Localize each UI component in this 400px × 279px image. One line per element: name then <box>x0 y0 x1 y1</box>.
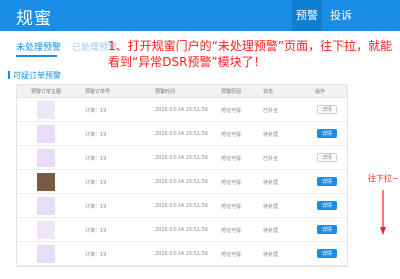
order-number: 订单：19 <box>85 204 107 210</box>
details-button[interactable]: 详情 <box>317 153 337 162</box>
brand-logo[interactable]: 规蜜 <box>16 4 52 29</box>
down-arrow-icon <box>380 190 386 235</box>
warning-time: 2016-03-14 15:51:56 <box>155 131 209 137</box>
table-row: 订单：19 2016-03-14 15:51:56 地址可疑 待处理 详情 <box>17 122 347 146</box>
status-text: 待处理 <box>263 252 279 258</box>
product-thumbnail <box>37 197 55 215</box>
column-header-status: 状态 <box>263 89 274 95</box>
details-button[interactable]: 详情 <box>317 177 337 186</box>
order-number: 订单：19 <box>85 252 107 258</box>
section-title-marker <box>8 71 10 79</box>
table-row: 订单：19 2016-03-14 15:51:56 地址可疑 已补全 详情 <box>17 146 347 170</box>
warning-reason: 地址可疑 <box>221 228 242 234</box>
details-button[interactable]: 详情 <box>317 129 337 138</box>
details-button[interactable]: 详情 <box>317 225 337 234</box>
order-number: 订单：19 <box>85 228 107 234</box>
table-row: 订单：19 2016-03-14 15:51:56 地址可疑 待处理 详情 <box>17 194 347 218</box>
column-header-image: 预警订单主图 <box>31 89 62 95</box>
status-text: 待处理 <box>263 180 279 186</box>
active-tab-indicator <box>16 55 57 57</box>
order-number: 订单：19 <box>85 132 107 138</box>
column-header-order: 预警订单号 <box>85 89 111 95</box>
section-title-text: 可疑订单预警 <box>13 71 61 80</box>
warning-reason: 地址可疑 <box>221 180 242 186</box>
nav-warning[interactable]: 预警 <box>292 0 322 31</box>
warning-time: 2016-03-14 15:51:56 <box>155 179 209 185</box>
warning-reason: 地址可疑 <box>221 252 242 258</box>
warning-reason: 地址可疑 <box>221 204 242 210</box>
status-text: 已补全 <box>263 108 279 114</box>
table-row: 订单：19 2016-03-14 15:51:56 地址可疑 待处理 详情 <box>17 218 347 242</box>
product-thumbnail <box>37 245 55 263</box>
status-text: 待处理 <box>263 204 279 210</box>
scroll-down-annotation: 往下拉~ <box>368 174 399 183</box>
instruction-annotation: 1、打开规蜜门户的“未处理预警”页面，往下拉，就能看到“异常DSR预警”模块了！ <box>108 39 393 69</box>
details-button[interactable]: 详情 <box>317 249 337 258</box>
warning-reason: 地址可疑 <box>221 132 242 138</box>
column-header-action: 操作 <box>315 89 326 95</box>
details-button[interactable]: 详情 <box>317 105 337 114</box>
product-thumbnail <box>37 221 55 239</box>
section-title: 可疑订单预警 <box>8 70 61 81</box>
product-thumbnail <box>37 149 55 167</box>
product-thumbnail <box>37 173 55 191</box>
status-text: 待处理 <box>263 132 279 138</box>
product-thumbnail <box>37 125 55 143</box>
warning-reason: 地址可疑 <box>221 156 242 162</box>
column-header-reason: 预警原因 <box>221 89 242 95</box>
order-number: 订单：19 <box>85 108 107 114</box>
warning-time: 2016-03-14 15:51:56 <box>155 155 209 161</box>
order-number: 订单：19 <box>85 180 107 186</box>
details-button[interactable]: 详情 <box>317 201 337 210</box>
table-row: 订单：19 2016-03-14 15:51:56 地址可疑 已补全 详情 <box>17 98 347 122</box>
warning-reason: 地址可疑 <box>221 108 242 114</box>
warning-time: 2016-03-14 15:51:56 <box>155 107 209 113</box>
table-header: 预警订单主图 预警订单号 预警时间 预警原因 状态 操作 <box>17 85 347 98</box>
order-number: 订单：19 <box>85 156 107 162</box>
tab-unprocessed[interactable]: 未处理预警 <box>16 40 61 53</box>
product-thumbnail <box>37 101 55 119</box>
status-text: 已补全 <box>263 156 279 162</box>
nav-complaint[interactable]: 投诉 <box>327 0 355 31</box>
warning-time: 2016-03-14 15:51:56 <box>155 203 209 209</box>
warning-time: 2016-03-14 15:51:56 <box>155 227 209 233</box>
table-row: 订单：19 2016-03-14 15:51:56 地址可疑 待处理 详情 <box>17 170 347 194</box>
warning-time: 2016-03-14 15:51:56 <box>155 251 209 257</box>
table-row: 订单：19 2016-03-14 15:51:56 地址可疑 待处理 详情 <box>17 242 347 266</box>
status-text: 待处理 <box>263 228 279 234</box>
column-header-time: 预警时间 <box>155 89 176 95</box>
warning-table: 预警订单主图 预警订单号 预警时间 预警原因 状态 操作 订单：19 2016-… <box>16 84 348 267</box>
top-bar: 规蜜 预警 投诉 <box>0 0 400 31</box>
